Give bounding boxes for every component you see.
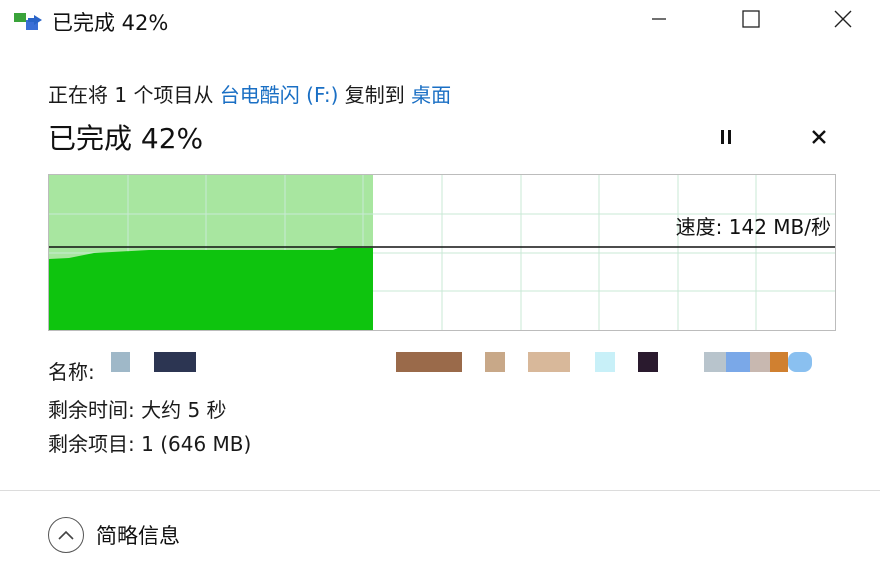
destination-link[interactable]: 桌面	[411, 83, 451, 107]
remaining-items-label: 剩余项目:	[48, 432, 135, 456]
pause-icon	[718, 128, 734, 150]
fewer-details-toggle[interactable]	[48, 517, 84, 553]
copy-middle-text: 复制到	[338, 83, 412, 107]
remaining-time-label: 剩余时间:	[48, 398, 135, 422]
maximize-icon	[742, 10, 760, 32]
cancel-icon	[810, 128, 828, 150]
name-row: 名称:	[48, 356, 95, 385]
minimize-button[interactable]	[630, 0, 688, 42]
remaining-time-value: 大约 5 秒	[141, 398, 227, 422]
copy-transfer-icon	[14, 11, 44, 33]
copy-description: 正在将 1 个项目从 台电酷闪 (F:) 复制到 桌面	[48, 79, 451, 108]
cancel-button[interactable]	[803, 125, 835, 153]
footer-divider	[0, 490, 880, 491]
maximize-button[interactable]	[722, 0, 780, 42]
remaining-items-row: 剩余项目: 1 (646 MB)	[48, 428, 251, 457]
progress-status: 已完成 42%	[48, 122, 204, 155]
source-link[interactable]: 台电酷闪 (F:)	[220, 83, 339, 107]
window-title: 已完成 42%	[52, 11, 169, 35]
speed-label: 速度: 142 MB/秒	[675, 215, 831, 239]
name-label: 名称:	[48, 360, 95, 384]
file-name-redacted	[111, 352, 812, 372]
pause-button[interactable]	[710, 125, 742, 153]
speed-area	[49, 248, 373, 330]
fewer-details-label[interactable]: 简略信息	[96, 520, 180, 550]
title-bar: 已完成 42%	[0, 0, 880, 44]
speed-graph-svg	[49, 175, 835, 330]
close-window-button[interactable]	[814, 0, 872, 42]
remaining-items-value: 1 (646 MB)	[141, 432, 252, 456]
copy-prefix-text: 正在将 1 个项目从	[48, 83, 220, 107]
chevron-up-icon	[57, 526, 75, 545]
minimize-icon	[651, 11, 667, 31]
remaining-time-row: 剩余时间: 大约 5 秒	[48, 394, 227, 423]
speed-graph: 速度: 142 MB/秒	[48, 174, 836, 331]
close-icon	[834, 10, 852, 32]
